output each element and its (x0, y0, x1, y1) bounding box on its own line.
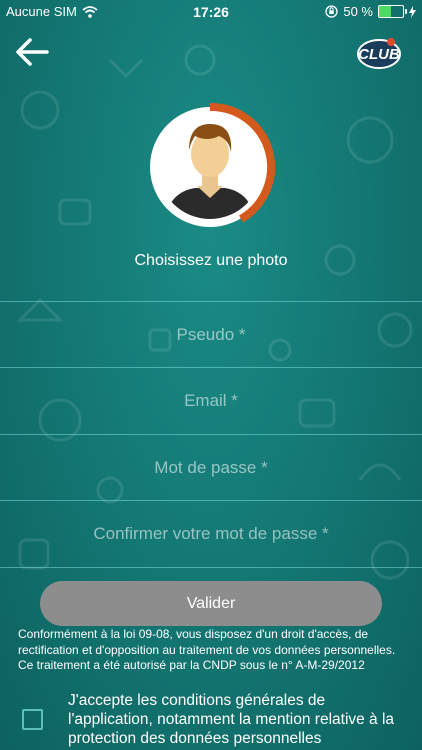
password-input[interactable] (0, 457, 422, 479)
avatar-picker[interactable] (145, 102, 276, 232)
legal-notice: Conformément à la loi 09-08, vous dispos… (18, 627, 396, 672)
consent-checkbox[interactable] (22, 709, 43, 730)
user-avatar-placeholder (150, 102, 276, 227)
back-button[interactable] (14, 36, 50, 68)
battery-percent: 50 % (343, 4, 373, 19)
submit-button[interactable]: Valider (40, 581, 382, 626)
battery-fill (379, 6, 391, 17)
arrow-left-icon (16, 38, 49, 66)
choose-photo-label[interactable]: Choisissez une photo (0, 252, 422, 270)
club-logo-text: CLUB (358, 46, 400, 63)
confirm-password-input[interactable] (0, 523, 422, 545)
club-logo: CLUB (356, 34, 402, 72)
email-input[interactable] (0, 390, 422, 412)
status-bar: Aucune SIM 17:26 50 % (0, 0, 422, 24)
status-right: 50 % (325, 4, 416, 19)
consent-text: J'accepte les conditions générales de l'… (68, 692, 395, 747)
battery-icon (378, 5, 407, 18)
confirm-password-field[interactable] (0, 500, 422, 568)
consent-row: J'accepte les conditions générales de l'… (22, 691, 408, 750)
pseudo-field[interactable] (0, 301, 422, 368)
charging-bolt-icon (409, 5, 416, 18)
password-field[interactable] (0, 434, 422, 501)
pseudo-input[interactable] (0, 324, 422, 346)
orientation-lock-icon (325, 5, 339, 18)
email-field[interactable] (0, 367, 422, 434)
